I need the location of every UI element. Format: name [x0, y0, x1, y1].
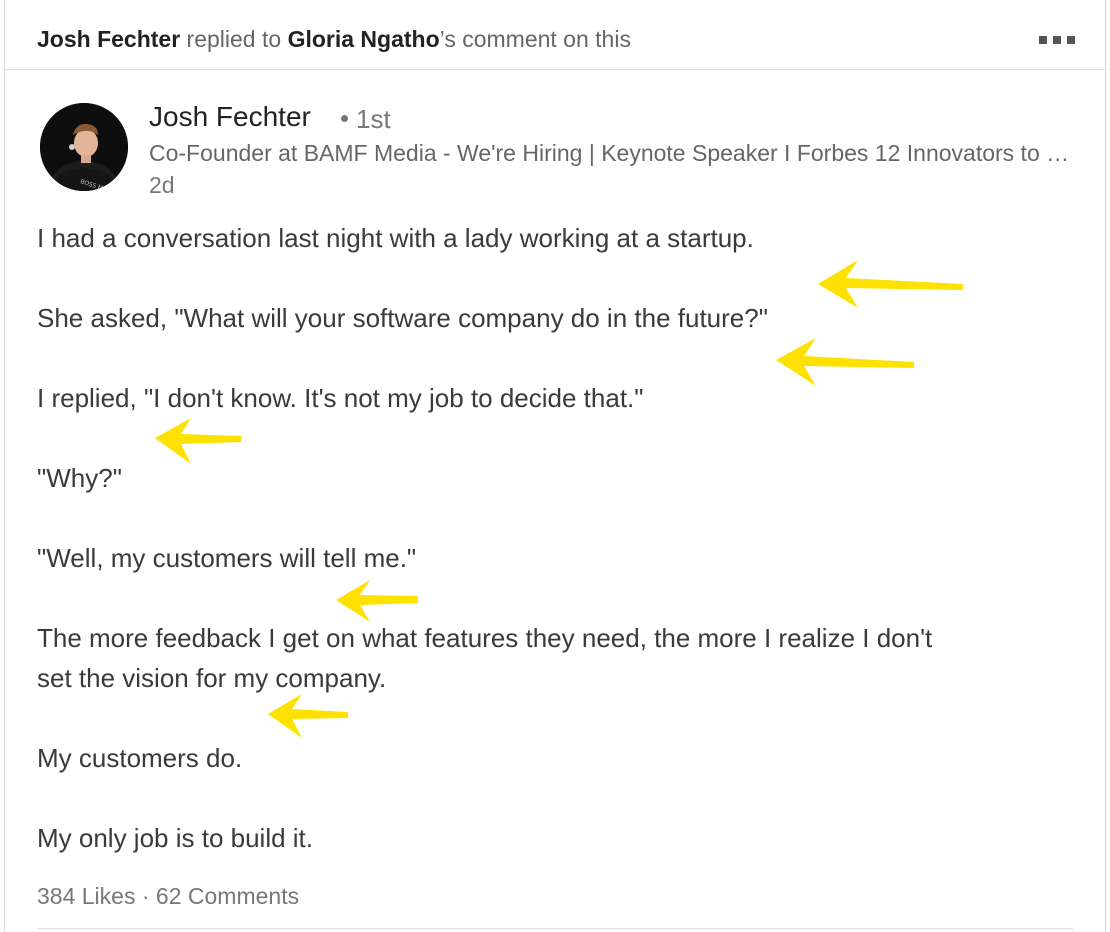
author-name-link[interactable]: Josh Fechter: [149, 101, 311, 133]
post-text-line: She asked, "What will your software comp…: [37, 303, 768, 333]
author-headline: Co-Founder at BAMF Media - We're Hiring …: [149, 140, 1079, 166]
arrow-left-icon: [336, 580, 418, 622]
header-suffix: ’s comment on this: [439, 26, 631, 52]
post-text-line: My customers do.: [37, 743, 243, 773]
actor-name-link[interactable]: Josh Fechter: [37, 26, 180, 52]
social-counts: 384 Likes · 62 Comments: [37, 883, 299, 910]
comments-count-link[interactable]: 62 Comments: [156, 883, 299, 909]
divider: [37, 928, 1073, 929]
degree-label: 1st: [356, 104, 391, 134]
post-text-line: My only job is to build it.: [37, 823, 314, 853]
post-timestamp: 2d: [149, 172, 175, 198]
post-text-line: "Why?": [37, 463, 122, 493]
activity-header: Josh Fechter replied to Gloria Ngatho’s …: [5, 0, 1105, 70]
likes-count-link[interactable]: 384 Likes: [37, 883, 135, 909]
post-text-line: I had a conversation last night with a l…: [37, 223, 754, 253]
more-dot-icon: [1053, 36, 1061, 44]
target-name-link[interactable]: Gloria Ngatho: [288, 26, 440, 52]
arrow-left-icon: [268, 694, 348, 738]
avatar-photo-icon: BOSS MAKE: [40, 103, 128, 191]
arrow-left-icon: [776, 338, 914, 386]
activity-header-text: Josh Fechter replied to Gloria Ngatho’s …: [37, 26, 631, 53]
more-dot-icon: [1067, 36, 1075, 44]
post-text-line: The more feedback I get on what features…: [37, 623, 933, 653]
post-text-line: "Well, my customers will tell me.": [37, 543, 417, 573]
stats-separator: ·: [135, 883, 156, 909]
header-action: replied to: [180, 26, 288, 52]
more-dot-icon: [1039, 36, 1047, 44]
bullet-icon: [341, 114, 348, 122]
post-text-line: set the vision for my company.: [37, 663, 387, 693]
author-avatar[interactable]: BOSS MAKE: [40, 103, 128, 191]
more-options-button[interactable]: [1039, 34, 1079, 46]
arrow-left-icon: [155, 418, 241, 464]
arrow-left-icon: [818, 260, 963, 308]
feed-update-card: Josh Fechter replied to Gloria Ngatho’s …: [4, 0, 1106, 932]
connection-degree: 1st: [341, 104, 391, 135]
post-text-line: I replied, "I don't know. It's not my jo…: [37, 383, 644, 413]
